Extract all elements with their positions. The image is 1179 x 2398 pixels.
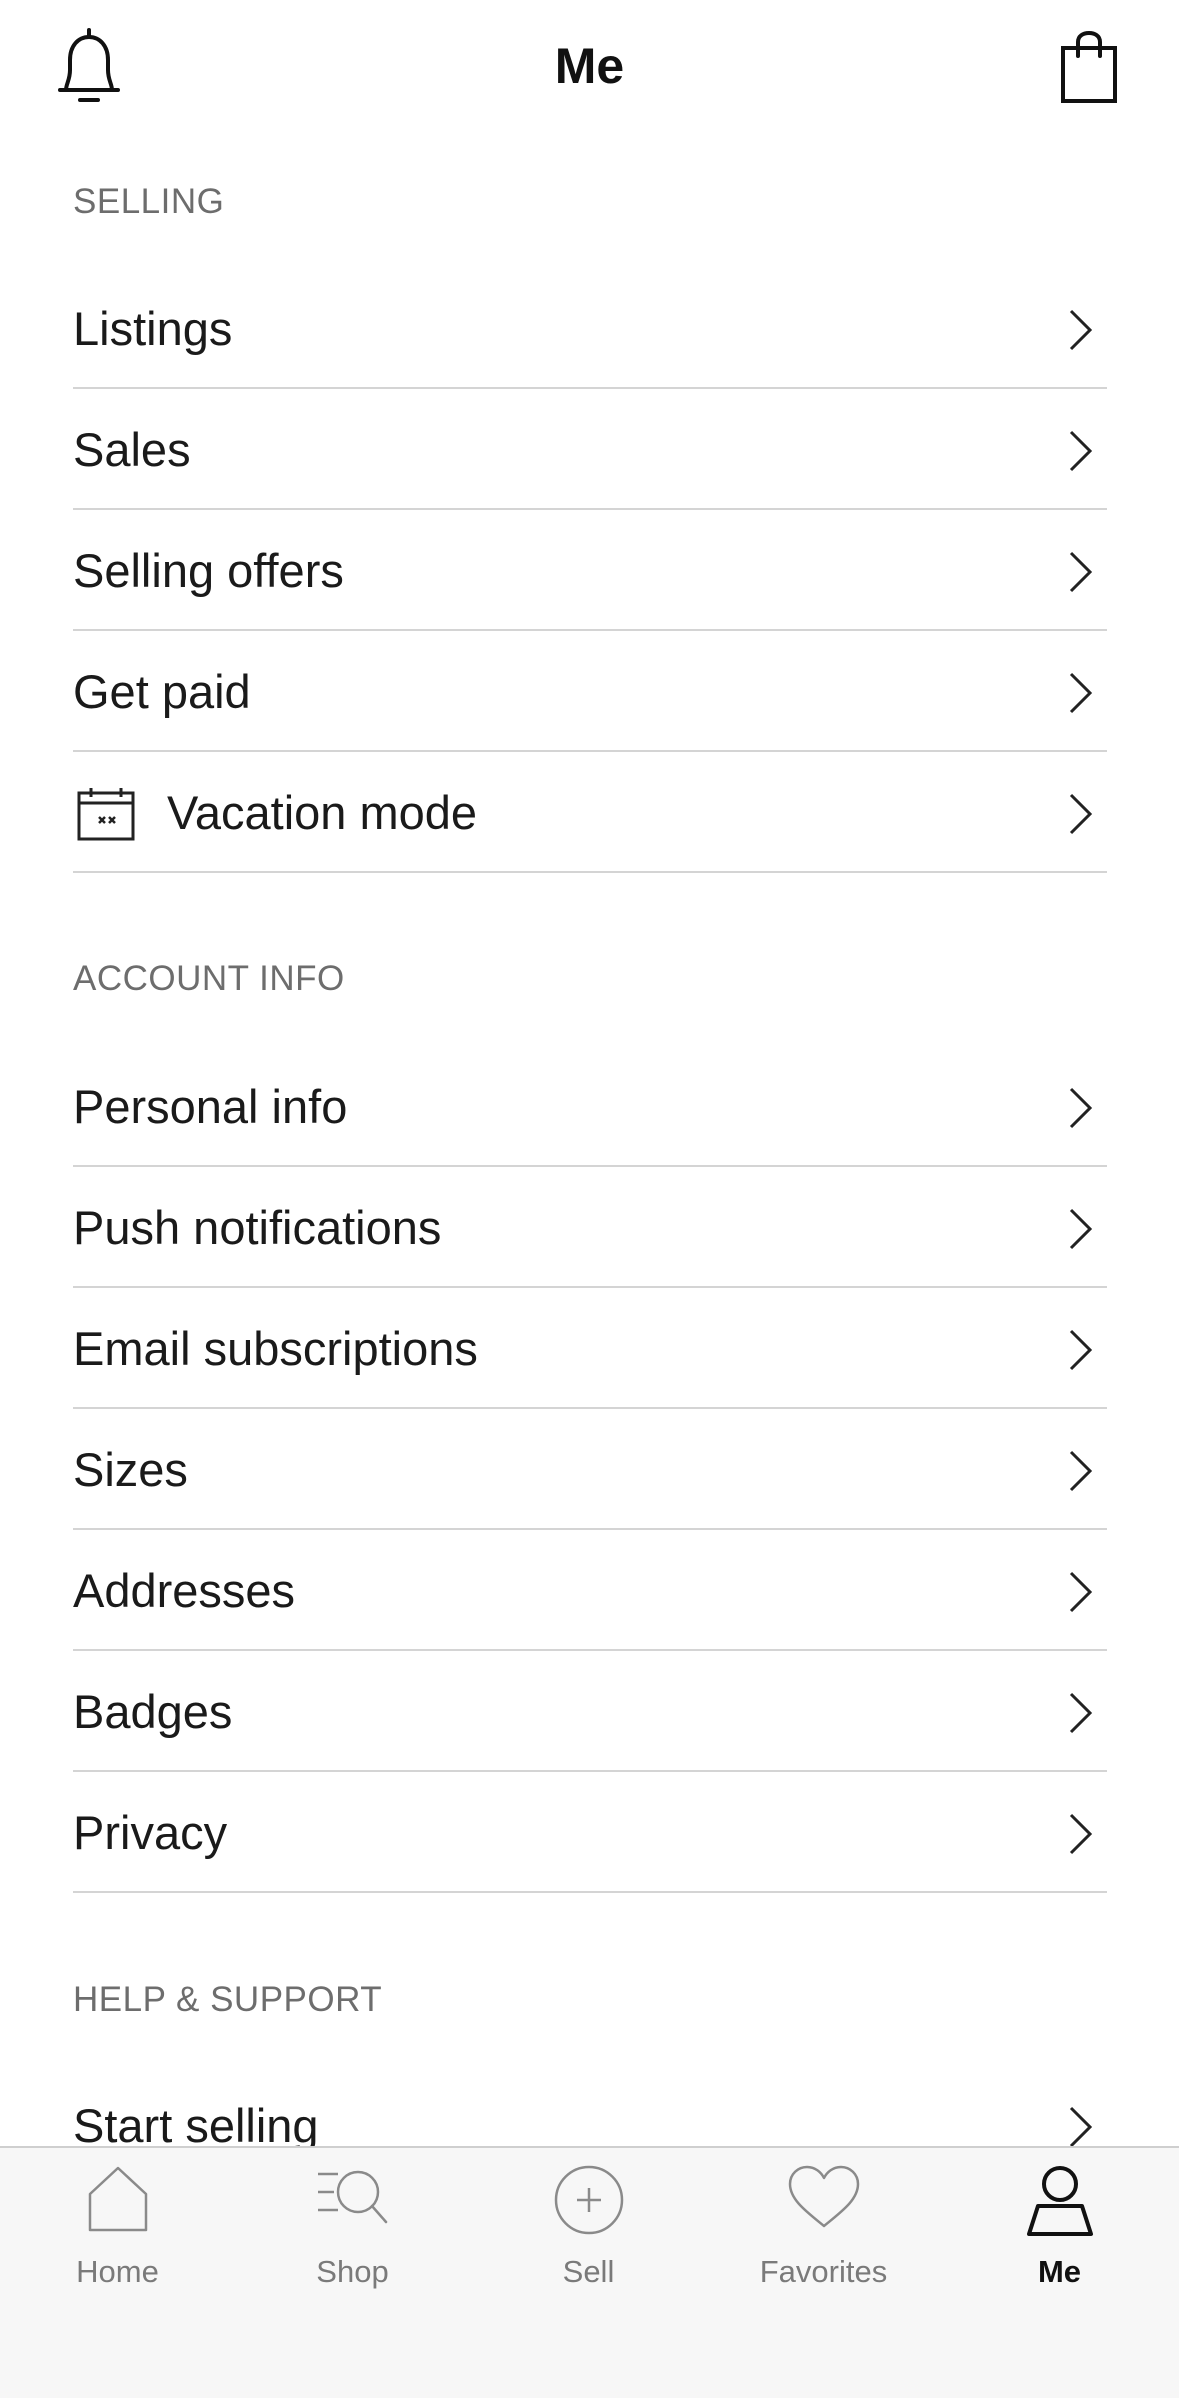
tab-label: Sell bbox=[562, 2254, 615, 2289]
page-title: Me bbox=[554, 38, 625, 94]
row-listings[interactable]: Listings bbox=[73, 269, 1107, 389]
chevron-right-icon bbox=[1069, 1208, 1093, 1250]
tab-label: Me bbox=[1037, 2254, 1082, 2289]
row-label: Sales bbox=[73, 423, 191, 476]
row-label: Vacation mode bbox=[167, 786, 478, 839]
tab-sell[interactable]: Sell bbox=[471, 2148, 706, 2308]
row-label: Get paid bbox=[73, 665, 251, 718]
chevron-right-icon bbox=[1069, 1087, 1093, 1129]
row-addresses[interactable]: Addresses bbox=[73, 1531, 1107, 1651]
chevron-right-icon bbox=[1069, 1571, 1093, 1613]
row-label: Listings bbox=[73, 302, 233, 355]
chevron-right-icon bbox=[1069, 1450, 1093, 1492]
tab-label: Shop bbox=[316, 2254, 389, 2289]
chevron-right-icon bbox=[1069, 1329, 1093, 1371]
row-privacy[interactable]: Privacy bbox=[73, 1773, 1107, 1893]
row-label: Badges bbox=[73, 1685, 233, 1738]
search-list-icon bbox=[317, 2170, 387, 2224]
row-label: Selling offers bbox=[73, 544, 344, 597]
row-get-paid[interactable]: Get paid bbox=[73, 632, 1107, 752]
chevron-right-icon bbox=[1069, 1692, 1093, 1734]
plus-circle-icon bbox=[554, 2165, 623, 2235]
section-title-selling: SELLING bbox=[73, 182, 225, 221]
row-label: Personal info bbox=[73, 1080, 348, 1133]
tab-shop[interactable]: Shop bbox=[235, 2148, 470, 2308]
chevron-right-icon bbox=[1069, 430, 1093, 472]
chevron-right-icon bbox=[1069, 672, 1093, 714]
chevron-right-icon bbox=[1069, 551, 1093, 593]
shopping-bag-icon[interactable] bbox=[1060, 30, 1118, 104]
tab-favorites[interactable]: Favorites bbox=[706, 2148, 941, 2308]
row-badges[interactable]: Badges bbox=[73, 1652, 1107, 1772]
chevron-right-icon bbox=[1069, 2106, 1093, 2148]
row-label: Push notifications bbox=[73, 1201, 442, 1254]
chevron-right-icon bbox=[1069, 1813, 1093, 1855]
tab-home[interactable]: Home bbox=[0, 2148, 235, 2308]
row-label: Privacy bbox=[73, 1806, 228, 1859]
row-vacation-mode[interactable]: Vacation mode bbox=[73, 753, 1107, 873]
top-header: Me bbox=[0, 0, 1179, 140]
section-title-account-info: ACCOUNT INFO bbox=[73, 959, 345, 998]
row-personal-info[interactable]: Personal info bbox=[73, 1047, 1107, 1167]
tab-label: Home bbox=[76, 2254, 159, 2289]
chevron-right-icon bbox=[1069, 793, 1093, 835]
heart-icon bbox=[788, 2165, 859, 2228]
section-title-help-support: HELP & SUPPORT bbox=[73, 1980, 383, 2019]
home-icon bbox=[88, 2166, 147, 2232]
row-email-subscriptions[interactable]: Email subscriptions bbox=[73, 1289, 1107, 1409]
chevron-right-icon bbox=[1069, 309, 1093, 351]
tab-me[interactable]: Me bbox=[942, 2148, 1177, 2308]
person-icon bbox=[1026, 2166, 1093, 2236]
row-label: Email subscriptions bbox=[73, 1322, 478, 1375]
row-sales[interactable]: Sales bbox=[73, 390, 1107, 510]
row-push-notifications[interactable]: Push notifications bbox=[73, 1168, 1107, 1288]
bottom-tab-bar: Home Shop Sell Favorites Me bbox=[0, 2146, 1179, 2398]
row-selling-offers[interactable]: Selling offers bbox=[73, 511, 1107, 631]
tab-label: Favorites bbox=[759, 2254, 888, 2289]
row-label: Addresses bbox=[73, 1564, 296, 1617]
row-label: Sizes bbox=[73, 1443, 188, 1496]
calendar-icon bbox=[77, 788, 135, 841]
row-sizes[interactable]: Sizes bbox=[73, 1410, 1107, 1530]
